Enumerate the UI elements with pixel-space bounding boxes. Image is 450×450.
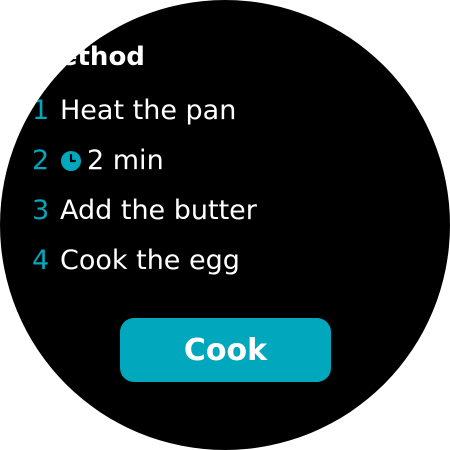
step-text: Add the butter (60, 194, 257, 226)
step-text: 2 min (87, 144, 164, 176)
method-step: 1 Heat the pan (32, 92, 236, 128)
step-text: Cook the egg (60, 244, 240, 276)
cook-button[interactable]: Cook (120, 318, 331, 382)
timer-icon (60, 148, 82, 171)
scrolled-content-fragment (0, 0, 450, 5)
step-number: 2 (32, 144, 50, 176)
step-number: 3 (32, 194, 50, 226)
method-step: 3 Add the butter (32, 192, 257, 228)
method-step: 4 Cook the egg (32, 242, 240, 278)
step-number: 4 (32, 244, 50, 276)
step-number: 1 (32, 94, 50, 126)
method-heading: Method (34, 42, 145, 72)
method-step: 2 2 min (32, 142, 164, 178)
step-text: Heat the pan (60, 94, 237, 126)
watch-screen[interactable]: Method 1 Heat the pan 2 2 min 3 Add the … (0, 0, 450, 450)
